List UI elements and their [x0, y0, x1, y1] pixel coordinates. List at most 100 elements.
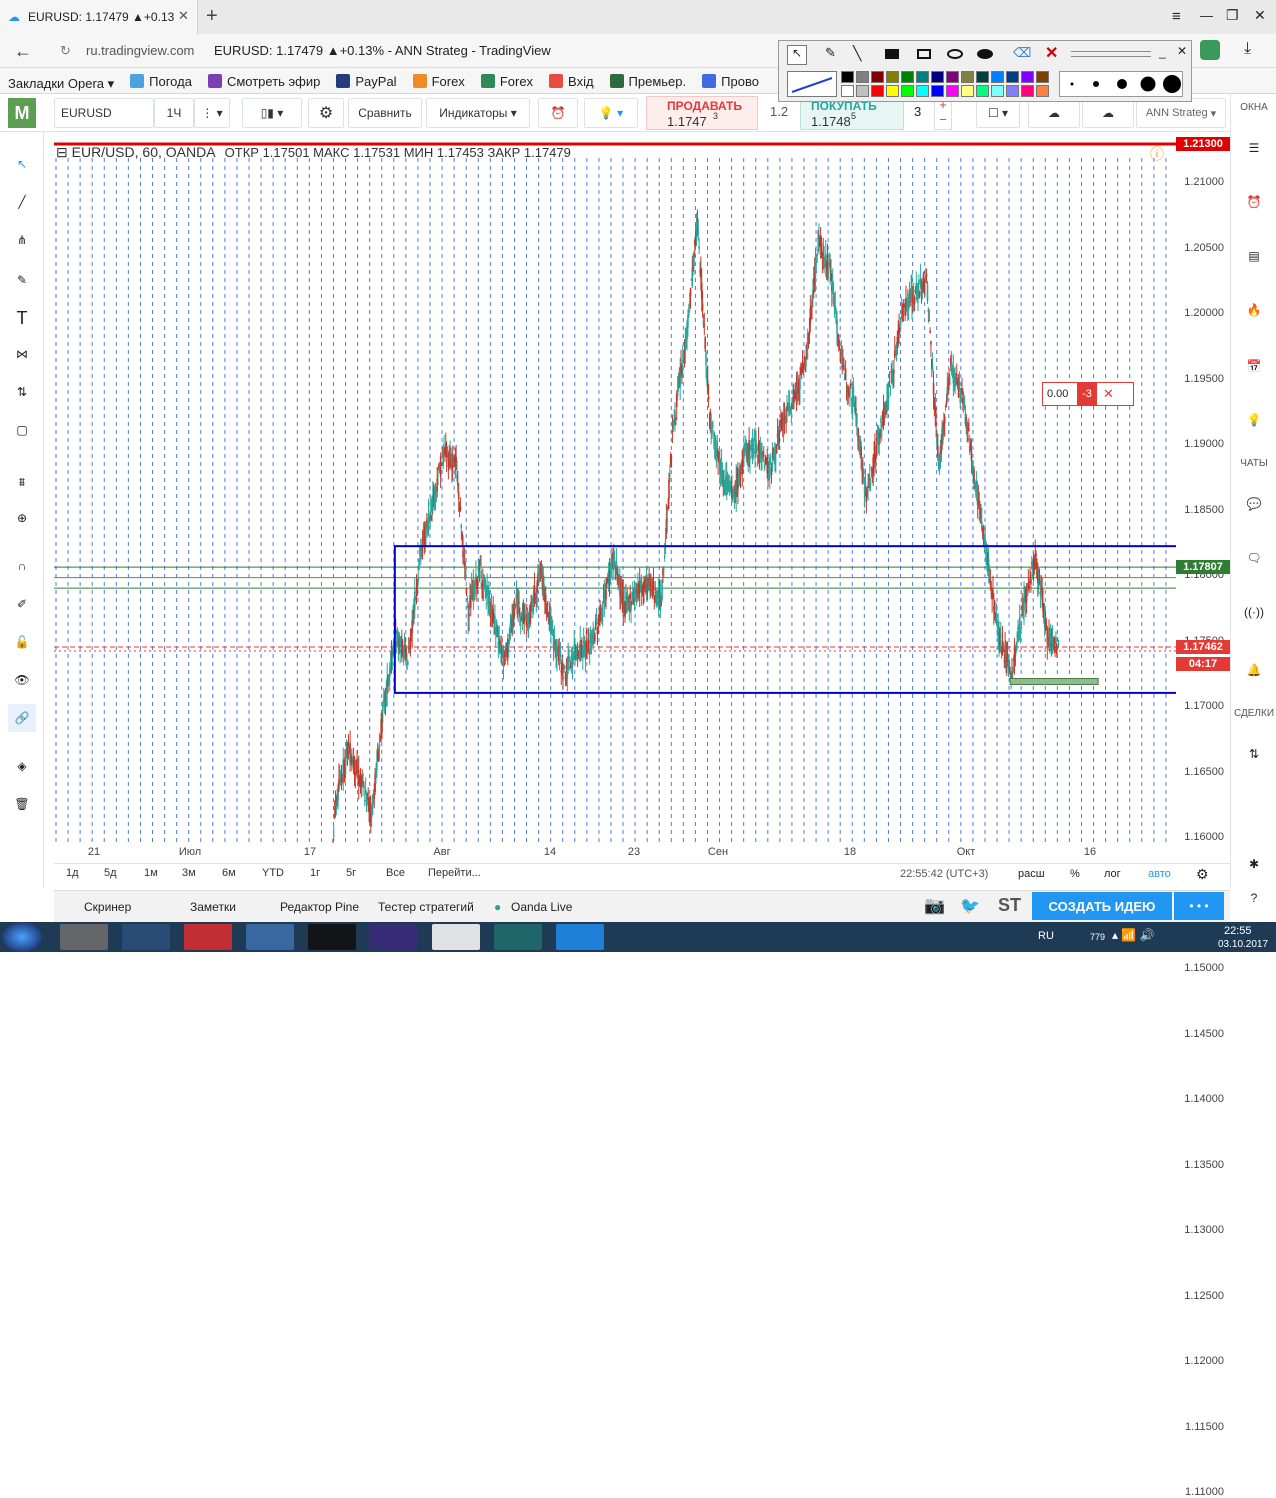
cloud-load-button[interactable]: ☁	[1028, 98, 1080, 128]
watchlist-icon[interactable]: ☰	[1240, 134, 1268, 162]
tab-oanda-live[interactable]: Oanda Live	[511, 900, 572, 914]
eye-icon[interactable]: 👁	[8, 666, 36, 694]
magnet-icon[interactable]: ∩	[8, 552, 36, 580]
color-swatch[interactable]	[961, 85, 974, 97]
layout-dropdown[interactable]: ☐ ▾	[976, 98, 1020, 128]
color-swatch[interactable]	[901, 71, 914, 83]
sell-button[interactable]: ПРОДАВАТЬ 1.1747 3	[646, 96, 758, 130]
help-icon[interactable]: ?	[1240, 884, 1268, 912]
lock-icon[interactable]: 🔓	[8, 628, 36, 656]
color-swatch[interactable]	[916, 71, 929, 83]
color-swatch[interactable]	[856, 71, 869, 83]
ellipse-icon[interactable]	[947, 49, 963, 59]
bookmark-1[interactable]: Погода	[130, 68, 192, 94]
tab-pine-editor[interactable]: Редактор Pine	[280, 900, 359, 914]
bookmark-4[interactable]: Forex	[412, 68, 465, 94]
axis-settings-gear-icon[interactable]: ⚙	[1196, 866, 1209, 883]
taskbar-app-icon[interactable]	[370, 924, 418, 950]
private-chat-icon[interactable]: 🗨	[1240, 544, 1268, 572]
color-swatch[interactable]	[946, 85, 959, 97]
calendar-icon[interactable]: 📅	[1240, 352, 1268, 380]
taskbar-app-icon[interactable]	[122, 924, 170, 950]
cursor-icon[interactable]: ↖	[787, 45, 807, 65]
price-chart[interactable]	[54, 140, 1176, 843]
more-options-button[interactable]: • • •	[1174, 892, 1224, 920]
cursor-tool-icon[interactable]: ↖	[8, 150, 36, 178]
bug-icon[interactable]: ✱	[1240, 850, 1268, 878]
ideas-stream-icon[interactable]: 💡	[1240, 406, 1268, 434]
eraser-icon[interactable]: ⌫	[1013, 45, 1031, 61]
shape-icon[interactable]: ▢	[8, 416, 36, 444]
range-0[interactable]: 1д	[66, 867, 79, 879]
bookmark-6[interactable]: Вхід	[549, 68, 594, 94]
order-close-icon[interactable]: ✕	[1103, 386, 1114, 402]
range-3[interactable]: 3м	[182, 867, 196, 879]
color-swatch[interactable]	[886, 85, 899, 97]
color-swatch[interactable]	[961, 71, 974, 83]
color-swatch[interactable]	[976, 71, 989, 83]
option-extended[interactable]: расш	[1018, 868, 1045, 880]
chat-icon[interactable]: 💬	[1240, 490, 1268, 518]
palette-minimize[interactable]: _	[1159, 45, 1166, 59]
filled-rect-icon[interactable]	[885, 49, 899, 59]
brush-size-picker[interactable]	[1059, 71, 1183, 97]
filled-ellipse-icon[interactable]	[977, 49, 993, 59]
user-logo[interactable]: M	[8, 98, 36, 128]
color-swatch[interactable]	[1036, 85, 1049, 97]
color-swatches[interactable]	[841, 71, 1051, 99]
color-swatch[interactable]	[931, 85, 944, 97]
color-swatch[interactable]	[841, 85, 854, 97]
create-idea-button[interactable]: СОЗДАТЬ ИДЕЮ	[1032, 892, 1172, 920]
bookmark-8[interactable]: Прово	[702, 68, 759, 94]
long-position-icon[interactable]: ⩩	[8, 468, 36, 496]
notifications-bell-icon[interactable]: 🔔	[1240, 656, 1268, 684]
color-swatch[interactable]	[976, 85, 989, 97]
collapse-icon[interactable]: ⊟	[56, 144, 68, 160]
price-axis[interactable]: 1.21000 1.20500 1.20000 1.19500 1.19000 1.185…	[1176, 137, 1230, 1498]
range-9[interactable]: Перейти...	[428, 867, 481, 879]
range-1[interactable]: 5д	[104, 867, 117, 879]
color-swatch[interactable]	[886, 71, 899, 83]
tab-strategy-tester[interactable]: Тестер стратегий	[378, 900, 474, 914]
interval-button[interactable]: 1Ч	[154, 98, 194, 128]
bookmark-2[interactable]: Смотреть эфир	[207, 68, 320, 94]
reload-icon[interactable]: ↻	[60, 43, 71, 59]
hotlist-flame-icon[interactable]: 🔥	[1240, 296, 1268, 324]
new-tab-button[interactable]: +	[206, 5, 218, 28]
range-4[interactable]: 6м	[222, 867, 236, 879]
shield-icon[interactable]	[1200, 40, 1220, 60]
back-icon[interactable]: ←	[14, 41, 32, 62]
start-button-icon[interactable]	[2, 922, 42, 952]
option-log[interactable]: лог	[1104, 868, 1121, 880]
taskbar-app-icon[interactable]	[494, 924, 542, 950]
trash-icon[interactable]: 🗑	[8, 790, 36, 818]
tab-notes[interactable]: Заметки	[190, 900, 236, 914]
text-tool-icon[interactable]: T	[8, 304, 36, 332]
color-swatch[interactable]	[901, 85, 914, 97]
url-host[interactable]: ru.tradingview.com	[86, 43, 194, 58]
alert-button[interactable]: ⏰	[538, 98, 578, 128]
streams-icon[interactable]: ((·))	[1240, 598, 1268, 626]
minimize-button[interactable]: —	[1200, 8, 1213, 23]
range-5[interactable]: YTD	[262, 867, 284, 879]
color-swatch[interactable]	[871, 85, 884, 97]
zoom-icon[interactable]: ⊕	[8, 504, 36, 532]
settings-button[interactable]: ⚙	[308, 98, 344, 128]
tray-icons[interactable]: ▴ 📶 🔊	[1112, 928, 1155, 942]
stocktwits-icon[interactable]: ST	[998, 895, 1021, 916]
range-7[interactable]: 5г	[346, 867, 356, 879]
color-swatch[interactable]	[946, 71, 959, 83]
cloud-save-button[interactable]: ☁	[1082, 98, 1134, 128]
stay-drawing-icon[interactable]: ✐	[8, 590, 36, 618]
color-swatch[interactable]	[916, 85, 929, 97]
pencil-icon[interactable]: ✎	[825, 45, 836, 61]
camera-icon[interactable]: 📷	[924, 896, 945, 916]
taskbar-app-icon[interactable]	[556, 924, 604, 950]
layers-icon[interactable]: ◈	[8, 752, 36, 780]
time-axis[interactable]: 21 Июл 17 Авг 14 23 Сен 18 Окт 16	[54, 843, 1230, 863]
download-icon[interactable]: ⤓	[1244, 40, 1251, 58]
quantity-value[interactable]: 3	[914, 104, 921, 119]
color-swatch[interactable]	[931, 71, 944, 83]
bookmark-3[interactable]: PayPal	[336, 68, 397, 94]
color-swatch[interactable]	[991, 71, 1004, 83]
